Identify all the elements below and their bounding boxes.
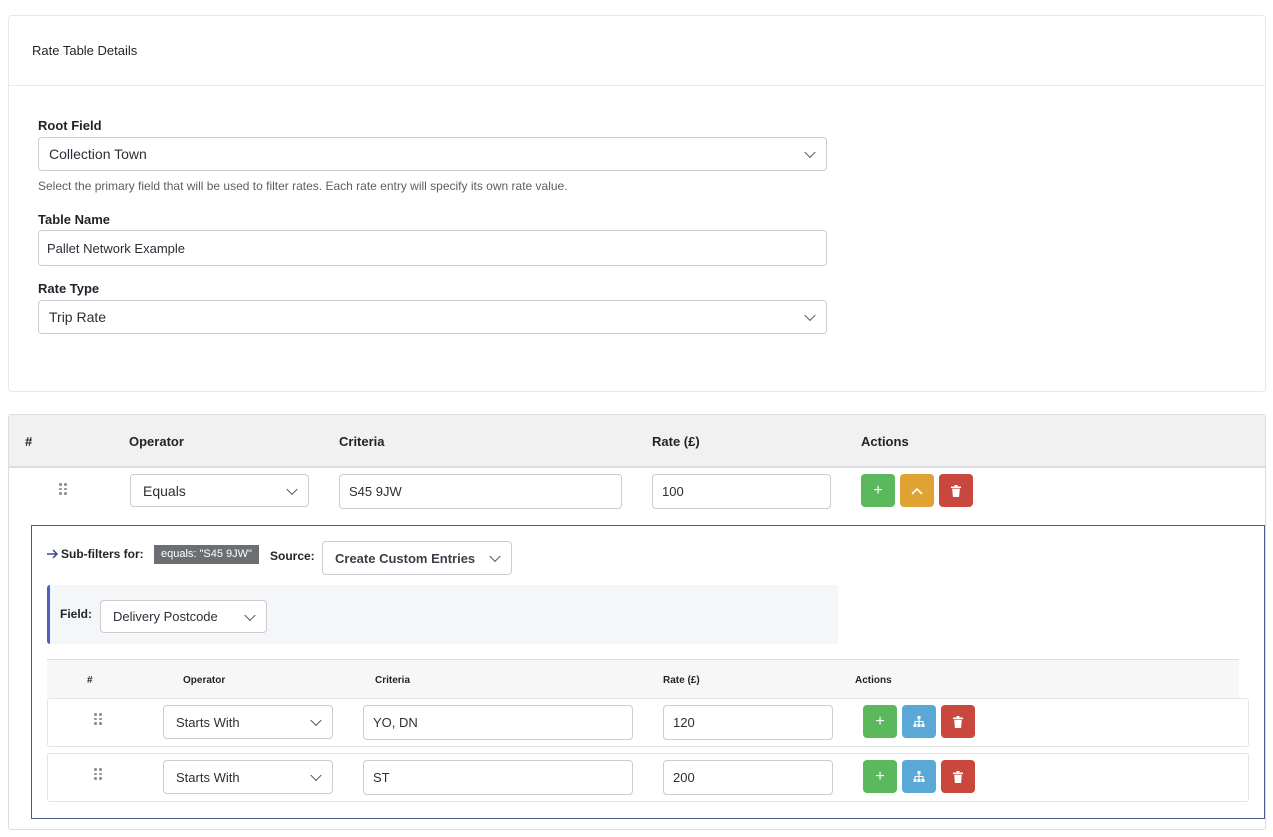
arrow-right-icon xyxy=(47,549,59,559)
rate-entries-table: # Operator Criteria Rate (£) Actions Equ… xyxy=(8,414,1266,830)
rate-value: 100 xyxy=(662,484,684,499)
operator-value: Equals xyxy=(143,482,186,499)
chevron-down-icon xyxy=(310,714,322,727)
rate-input[interactable]: 100 xyxy=(652,474,831,509)
root-field-label: Root Field xyxy=(38,118,102,133)
sub-header-number: # xyxy=(87,675,93,686)
chevron-down-icon xyxy=(489,550,501,563)
criteria-input[interactable]: S45 9JW xyxy=(339,474,622,509)
header-actions: Actions xyxy=(861,434,909,449)
sub-criteria-value: YO, DN xyxy=(373,715,418,730)
card-title: Rate Table Details xyxy=(9,16,1265,86)
field-label: Field: xyxy=(60,607,92,621)
add-row-button[interactable]: + xyxy=(861,474,895,507)
drag-handle-icon[interactable] xyxy=(94,768,102,780)
source-value: Create Custom Entries xyxy=(335,550,476,566)
subfilter-parent-badge: equals: "S45 9JW" xyxy=(154,545,259,564)
header-number: # xyxy=(25,434,33,449)
root-field-help: Select the primary field that will be us… xyxy=(38,179,568,193)
header-criteria: Criteria xyxy=(339,434,385,449)
sub-criteria-input[interactable]: ST xyxy=(363,760,633,795)
source-label: Source: xyxy=(270,549,315,563)
subfilter-row: Starts With YO, DN 120 + xyxy=(47,698,1249,747)
sub-rate-value: 120 xyxy=(673,715,695,730)
header-rate: Rate (£) xyxy=(652,434,700,449)
sitemap-icon xyxy=(913,716,925,727)
subfilters-title: Sub-filters for: xyxy=(47,547,144,561)
collapse-subfilters-button[interactable] xyxy=(900,474,934,507)
rate-table-details-card: Rate Table Details Root Field Collection… xyxy=(8,15,1266,392)
sub-header-rate: Rate (£) xyxy=(663,675,700,686)
delete-subrow-button[interactable] xyxy=(941,705,975,738)
add-nested-subfilter-button[interactable] xyxy=(902,705,936,738)
sub-criteria-value: ST xyxy=(373,770,390,785)
rate-type-value: Trip Rate xyxy=(49,309,107,325)
sub-criteria-input[interactable]: YO, DN xyxy=(363,705,633,740)
chevron-down-icon xyxy=(804,146,816,159)
add-subrow-button[interactable]: + xyxy=(863,705,897,738)
sub-header-criteria: Criteria xyxy=(375,675,411,686)
root-field-value: Collection Town xyxy=(49,146,147,162)
subfilter-row: Starts With ST 200 + xyxy=(47,753,1249,802)
rate-type-label: Rate Type xyxy=(38,281,100,296)
table-name-label: Table Name xyxy=(38,212,111,227)
sub-rate-input[interactable]: 200 xyxy=(663,760,833,795)
chevron-down-icon xyxy=(286,483,298,495)
header-operator: Operator xyxy=(129,434,184,449)
subfilters-title-text: Sub-filters for: xyxy=(61,547,144,561)
sitemap-icon xyxy=(913,771,925,782)
sub-header-actions: Actions xyxy=(855,675,892,686)
source-select[interactable]: Create Custom Entries xyxy=(322,541,512,575)
subfilters-panel: Sub-filters for: equals: "S45 9JW" Sourc… xyxy=(31,525,1265,819)
add-nested-subfilter-button[interactable] xyxy=(902,760,936,793)
sub-operator-value: Starts With xyxy=(176,769,240,785)
chevron-down-icon xyxy=(244,609,256,621)
plus-icon: + xyxy=(875,767,885,785)
drag-handle-icon[interactable] xyxy=(94,713,102,725)
field-value: Delivery Postcode xyxy=(113,609,218,624)
field-selector-panel: Field: Delivery Postcode xyxy=(47,585,838,644)
plus-icon: + xyxy=(873,481,883,499)
root-field-select[interactable]: Collection Town xyxy=(38,137,827,171)
delete-subrow-button[interactable] xyxy=(941,760,975,793)
sub-operator-select[interactable]: Starts With xyxy=(163,760,333,794)
chevron-down-icon xyxy=(804,309,816,322)
sub-header-operator: Operator xyxy=(183,675,226,686)
sub-operator-value: Starts With xyxy=(176,714,240,730)
table-header: # Operator Criteria Rate (£) Actions xyxy=(9,415,1265,468)
plus-icon: + xyxy=(875,712,885,730)
chevron-down-icon xyxy=(310,769,322,782)
trash-icon xyxy=(953,715,963,728)
operator-select[interactable]: Equals xyxy=(130,474,309,507)
criteria-value: S45 9JW xyxy=(349,484,402,499)
sub-rate-value: 200 xyxy=(673,770,695,785)
trash-icon xyxy=(953,770,963,783)
sub-operator-select[interactable]: Starts With xyxy=(163,705,333,739)
sub-rate-input[interactable]: 120 xyxy=(663,705,833,740)
drag-handle-icon[interactable] xyxy=(59,483,67,495)
table-name-value: Pallet Network Example xyxy=(47,240,185,256)
add-subrow-button[interactable]: + xyxy=(863,760,897,793)
table-name-input[interactable]: Pallet Network Example xyxy=(38,230,827,266)
trash-icon xyxy=(951,484,961,497)
chevron-up-icon xyxy=(911,487,923,495)
field-select[interactable]: Delivery Postcode xyxy=(100,600,267,633)
delete-row-button[interactable] xyxy=(939,474,973,507)
rate-type-select[interactable]: Trip Rate xyxy=(38,300,827,334)
subfilter-table-header: # Operator Criteria Rate (£) Actions xyxy=(47,659,1239,698)
